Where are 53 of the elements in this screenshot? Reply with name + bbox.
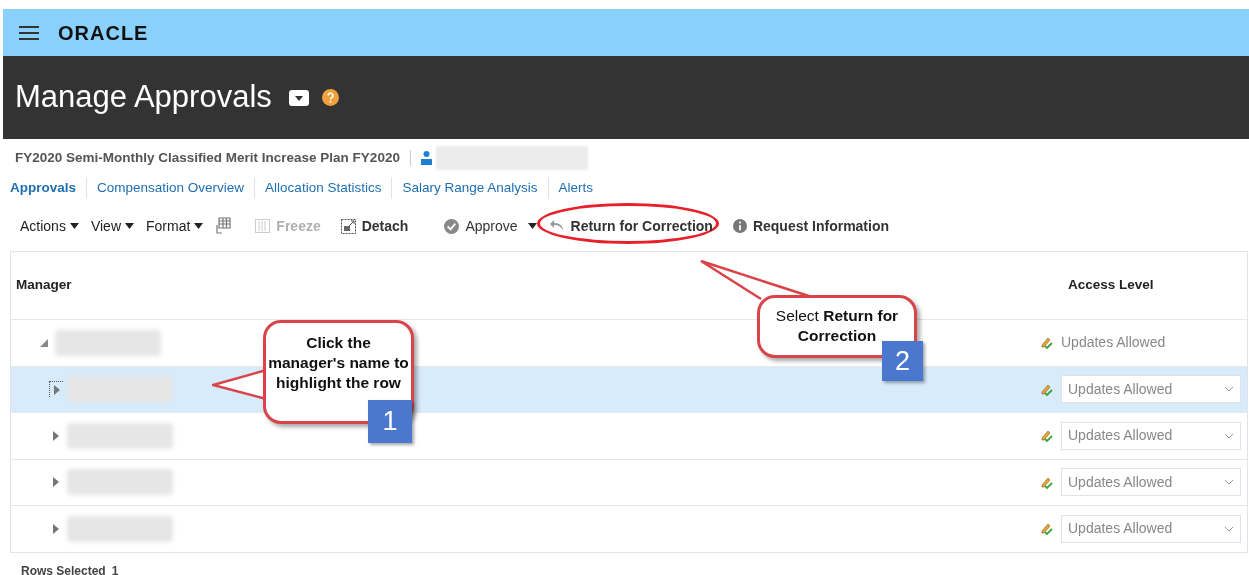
caret-icon	[125, 223, 134, 229]
columns-icon	[255, 219, 271, 233]
rows-selected-count: 1	[111, 562, 119, 575]
person-icon	[420, 151, 432, 165]
pencil-check-icon	[1040, 336, 1053, 350]
detach-icon	[340, 218, 356, 234]
pencil-check-icon	[1040, 522, 1053, 536]
tab[interactable]: Compensation Overview	[97, 177, 245, 199]
check-circle-icon	[444, 218, 460, 234]
brand-logo: ORACLE	[58, 20, 149, 46]
column-header: Access Level	[1067, 276, 1155, 295]
pencil-check-icon	[1040, 475, 1053, 489]
caret-icon	[194, 223, 204, 229]
tab[interactable]: Salary Range Analysis	[402, 177, 538, 199]
chevron-down-icon	[1224, 479, 1234, 486]
tab[interactable]: Allocation Statistics	[265, 177, 382, 199]
dropdown-icon[interactable]	[288, 89, 309, 106]
pencil-check-icon	[1040, 429, 1053, 443]
detach-button[interactable]: Detach	[340, 215, 409, 237]
menu-button[interactable]: Actions	[20, 215, 79, 237]
collapsed-icon[interactable]	[53, 430, 59, 441]
menu-icon[interactable]	[19, 25, 39, 40]
collapsed-icon[interactable]	[53, 384, 60, 395]
menu-button[interactable]: Format	[146, 215, 204, 237]
chevron-down-icon	[1224, 386, 1234, 393]
page-title: Manage Approvals	[15, 78, 272, 117]
undo-icon	[548, 219, 565, 233]
caret-icon	[527, 223, 537, 229]
request-information-button[interactable]: Request Information	[732, 215, 890, 237]
step-badge: 1	[368, 400, 412, 443]
collapsed-icon[interactable]	[53, 523, 59, 534]
rows-selected-label: Rows Selected	[21, 562, 106, 575]
chevron-down-icon	[1224, 525, 1234, 532]
table-icon[interactable]	[215, 217, 232, 235]
help-icon[interactable]	[321, 89, 339, 106]
info-icon	[732, 219, 747, 233]
access-level-select[interactable]: Updates Allowed	[1061, 421, 1241, 450]
pencil-check-icon	[1040, 382, 1053, 396]
expanded-icon[interactable]	[40, 338, 48, 347]
tab[interactable]: Alerts	[558, 177, 593, 199]
access-level-text: Updates Allowed	[1061, 333, 1166, 353]
caret-icon	[69, 223, 79, 229]
access-level-select[interactable]: Updates Allowed	[1061, 514, 1241, 543]
access-level-select[interactable]: Updates Allowed	[1061, 375, 1241, 404]
approve-button[interactable]: Approve	[444, 215, 537, 237]
column-header: Manager	[15, 276, 73, 295]
return-for-correction-button[interactable]: Return for Correction	[548, 215, 713, 237]
plan-name: FY2020 Semi-Monthly Classified Merit Increase Plan FY2020	[15, 148, 400, 167]
menu-button[interactable]: View	[90, 215, 134, 237]
collapsed-icon[interactable]	[53, 477, 59, 488]
access-level-select[interactable]: Updates Allowed	[1061, 468, 1241, 497]
chevron-down-icon	[1224, 432, 1234, 439]
tab[interactable]: Approvals	[10, 177, 77, 199]
